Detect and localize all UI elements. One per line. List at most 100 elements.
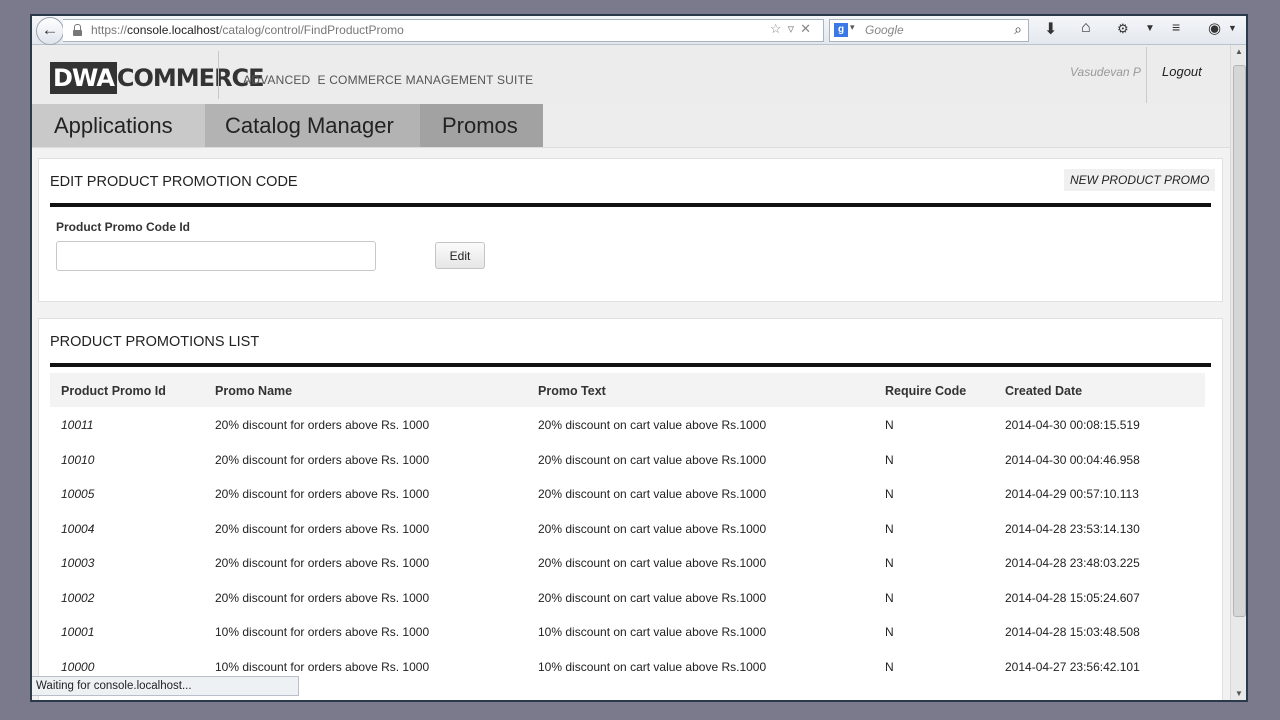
promo-id-link[interactable]: 10002 [61,580,94,616]
table-row[interactable]: 10005 20% discount for orders above Rs. … [50,476,1205,511]
tab-catalog-manager[interactable]: Catalog Manager [205,104,420,147]
require-code: N [885,659,894,674]
browser-window: ← https://console.localhost/catalog/cont… [32,16,1246,700]
promo-text: 20% discount on cart value above Rs.1000 [538,452,767,467]
new-product-promo-button[interactable]: NEW PRODUCT PROMO [1064,169,1216,191]
promotions-list-panel: PRODUCT PROMOTIONS LIST Product Promo Id… [38,318,1223,700]
promo-text: 20% discount on cart value above Rs.1000 [538,487,767,501]
url-bar[interactable]: https://console.localhost/catalog/contro… [63,19,824,42]
page-body: EDIT PRODUCT PROMOTION CODE NEW PRODUCT … [32,148,1230,700]
promo-id-link[interactable]: 10004 [61,511,94,547]
scroll-up-icon[interactable]: ▲ [1231,47,1246,56]
bookmark-star-icon[interactable]: ☆ [770,21,788,36]
created-date: 2014-04-27 23:56:42.101 [1005,659,1140,674]
require-code: N [885,487,894,501]
require-code: N [885,625,894,639]
promo-code-id-input[interactable] [56,241,376,271]
suite-title: ADVANCED E COMMERCE MANAGEMENT SUITE [243,73,534,87]
promo-id-link[interactable]: 10003 [61,545,94,581]
addon-icon[interactable]: ⚙ [1117,21,1129,37]
profile-dropdown-icon[interactable]: ▼ [1228,23,1237,33]
created-date: 2014-04-28 23:48:03.225 [1005,556,1140,570]
table-row[interactable]: 10004 20% discount for orders above Rs. … [50,511,1205,546]
require-code: N [885,452,894,467]
promo-name: 20% discount for orders above Rs. 1000 [215,452,430,467]
table-header: Product Promo Id Promo Name Promo Text R… [50,373,1205,407]
logo[interactable]: DWA COMMERCE [50,62,265,94]
created-date: 2014-04-28 23:53:14.130 [1005,521,1140,536]
promo-text: 20% discount on cart value above Rs.1000 [538,590,767,605]
back-arrow-icon[interactable]: ← [36,17,64,45]
tab-applications[interactable]: Applications [32,104,205,147]
table-row[interactable]: 10001 10% discount for orders above Rs. … [50,614,1205,649]
require-code: N [885,521,894,536]
promo-name: 20% discount for orders above Rs. 1000 [215,521,430,536]
promo-text: 20% discount on cart value above Rs.1000 [538,418,767,432]
panel-title: PRODUCT PROMOTIONS LIST [50,334,260,350]
status-bar: Waiting for console.localhost... [32,676,299,696]
promo-id-link[interactable]: 10011 [61,407,93,443]
logout-link[interactable]: Logout [1162,64,1202,79]
promo-id-link[interactable]: 10001 [61,614,94,650]
url-bar-actions: ☆▿✕ [770,21,817,37]
scrollbar-thumb[interactable] [1233,65,1246,617]
created-date: 2014-04-28 15:03:48.508 [1005,625,1140,639]
stop-icon[interactable]: ✕ [800,21,817,36]
magnifier-icon[interactable]: ⌕ [1014,21,1022,38]
promo-text: 20% discount on cart value above Rs.1000 [538,521,767,536]
google-search-icon[interactable]: g [834,23,848,37]
require-code: N [885,556,894,570]
tab-promos[interactable]: Promos [420,104,543,147]
created-date: 2014-04-30 00:04:46.958 [1005,452,1140,467]
promo-name: 10% discount for orders above Rs. 1000 [215,625,430,639]
edit-button[interactable]: Edit [435,242,485,269]
promo-id-link[interactable]: 10010 [61,442,94,478]
promo-text: 10% discount on cart value above Rs.1000 [538,659,767,674]
vertical-scrollbar[interactable]: ▲ ▼ [1230,45,1246,700]
profile-icon[interactable]: ◉ [1208,19,1221,37]
column-header[interactable]: Promo Text [538,373,606,409]
promo-name: 20% discount for orders above Rs. 1000 [215,590,430,605]
promo-text: 10% discount on cart value above Rs.1000 [538,625,767,639]
column-header[interactable]: Created Date [1005,373,1082,409]
promo-id-link[interactable]: 10005 [61,476,94,512]
menu-dropdown-icon[interactable]: ▼ [1145,23,1155,34]
table-row[interactable]: 10010 20% discount for orders above Rs. … [50,442,1205,477]
user-name: Vasudevan P [1070,65,1141,79]
promo-name: 20% discount for orders above Rs. 1000 [215,487,430,501]
search-bar[interactable]: g ▾ Google ⌕ [829,19,1029,42]
table-row[interactable]: 10011 20% discount for orders above Rs. … [50,407,1205,442]
created-date: 2014-04-30 00:08:15.519 [1005,418,1140,432]
main-nav: Applications Catalog Manager Promos [32,104,1230,148]
scroll-down-icon[interactable]: ▼ [1231,689,1246,698]
page-header: DWA COMMERCE ADVANCED E COMMERCE MANAGEME… [32,45,1230,104]
promo-code-id-label: Product Promo Code Id [56,220,191,234]
require-code: N [885,590,894,605]
search-placeholder: Google [865,23,904,37]
created-date: 2014-04-29 00:57:10.113 [1005,487,1139,501]
table-row[interactable]: 10002 20% discount for orders above Rs. … [50,580,1205,615]
table-row[interactable]: 10003 20% discount for orders above Rs. … [50,545,1205,580]
promo-name: 20% discount for orders above Rs. 1000 [215,556,430,570]
dropdown-icon[interactable]: ▿ [788,21,801,36]
home-icon[interactable]: ⌂ [1081,19,1091,37]
divider [218,51,219,99]
toolbar-icon[interactable]: ≡ [1172,19,1180,35]
search-engine-dropdown-icon[interactable]: ▾ [850,22,855,33]
require-code: N [885,418,894,432]
lock-icon [73,24,82,36]
download-icon[interactable]: ⬇ [1044,19,1057,39]
column-header[interactable]: Promo Name [215,373,292,409]
divider [50,203,1211,207]
promo-name: 20% discount for orders above Rs. 1000 [215,418,430,432]
column-header[interactable]: Product Promo Id [61,373,166,409]
browser-toolbar: ← https://console.localhost/catalog/cont… [32,16,1246,45]
column-header[interactable]: Require Code [885,373,966,409]
divider [1146,47,1147,103]
edit-promo-panel: EDIT PRODUCT PROMOTION CODE NEW PRODUCT … [38,158,1223,302]
promo-text: 20% discount on cart value above Rs.1000 [538,556,767,570]
divider [50,363,1211,367]
panel-title: EDIT PRODUCT PROMOTION CODE [50,174,298,190]
url-text: https://console.localhost/catalog/contro… [91,23,404,37]
promotions-table: Product Promo Id Promo Name Promo Text R… [50,373,1205,683]
